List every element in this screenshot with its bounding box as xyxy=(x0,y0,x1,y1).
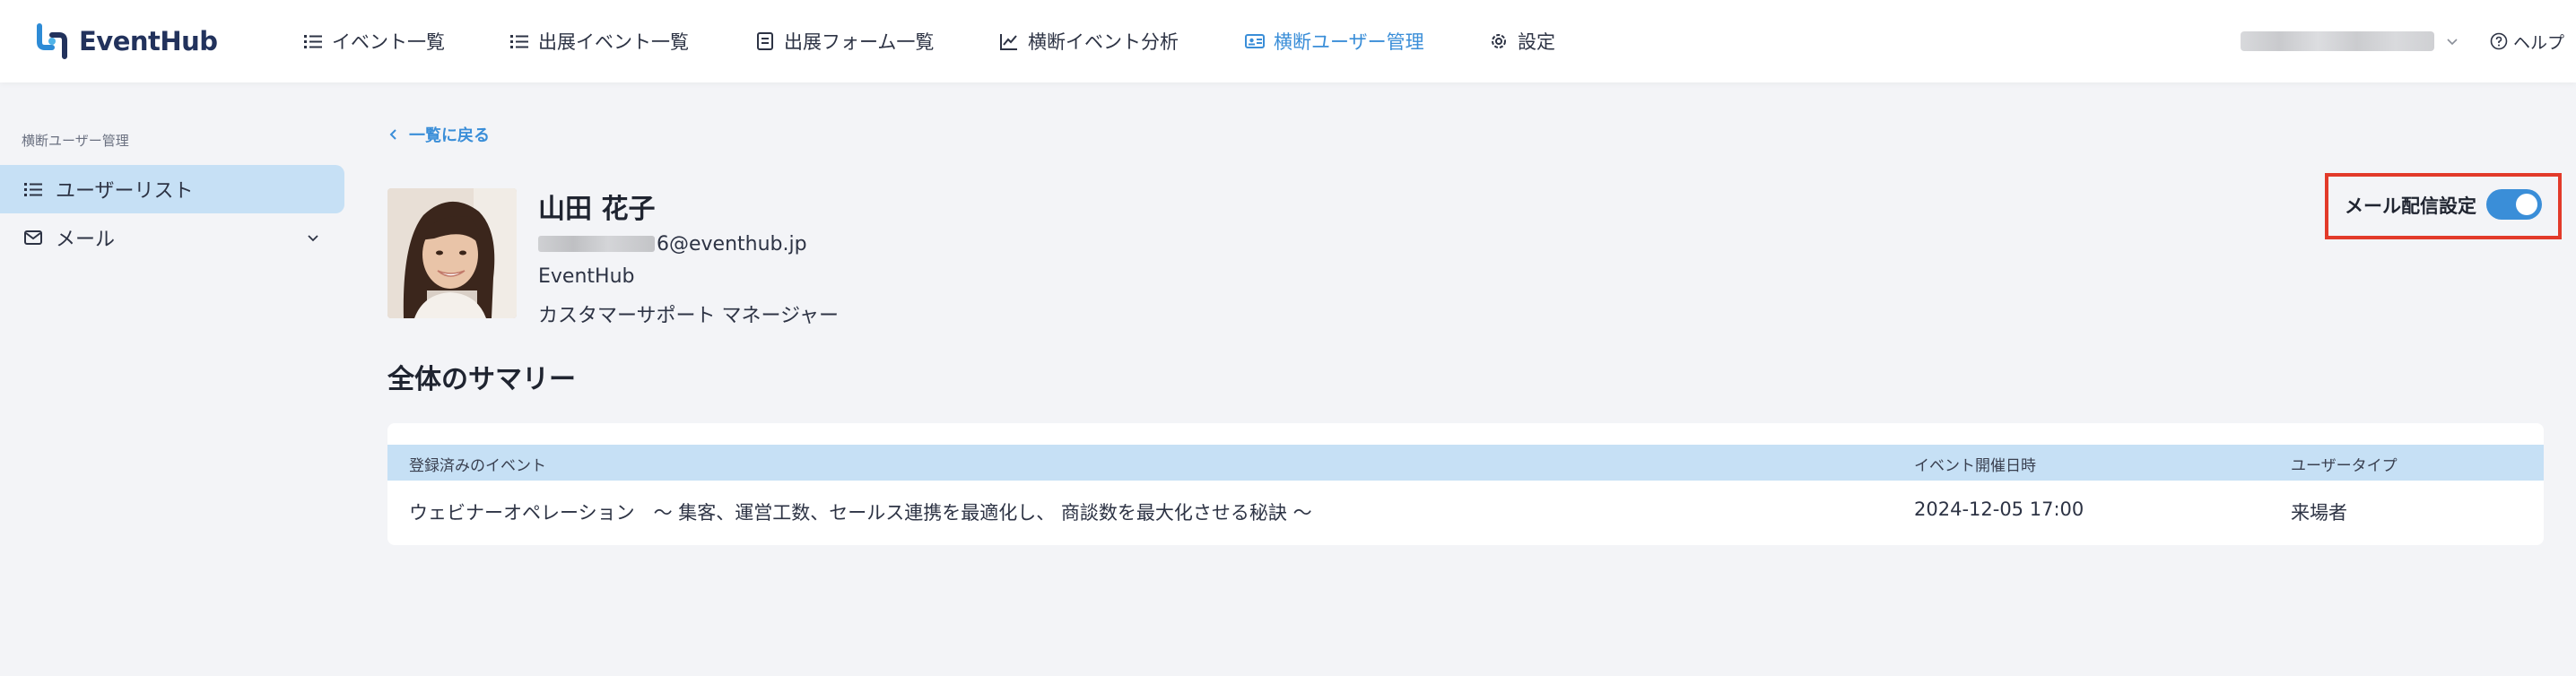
back-link-label: 一覧に戻る xyxy=(409,126,490,145)
cell-event-datetime: 2024-12-05 17:00 xyxy=(1914,498,2084,520)
chevron-down-icon xyxy=(2447,39,2458,46)
column-header-event: 登録済みのイベント xyxy=(409,457,546,475)
mail-delivery-label: メール配信設定 xyxy=(2345,195,2476,217)
mail-delivery-setting: メール配信設定 xyxy=(2325,173,2562,239)
sidebar-section-label: 横断ユーザー管理 xyxy=(22,133,129,149)
help-link[interactable]: ヘルプ xyxy=(2490,25,2564,57)
sidebar-item-label: ユーザーリスト xyxy=(56,180,194,203)
nav-item-cross-user-management[interactable]: 横断ユーザー管理 xyxy=(1245,22,1424,61)
user-job-title: カスタマーサポート マネージャー xyxy=(538,305,840,327)
list-icon xyxy=(510,35,528,48)
mail-icon xyxy=(24,230,42,245)
column-header-user-type: ユーザータイプ xyxy=(2291,457,2398,475)
user-name: 山田 花子 xyxy=(538,194,656,225)
user-photo xyxy=(387,188,517,318)
user-company: EventHub xyxy=(538,265,635,288)
nav-item-exhibit-event-list[interactable]: 出展イベント一覧 xyxy=(509,22,689,61)
eventhub-logo-icon xyxy=(37,23,67,59)
event-summary-table: 登録済みのイベント イベント開催日時 ユーザータイプ ウェビナーオペレーション … xyxy=(387,423,2544,545)
account-menu[interactable] xyxy=(2241,27,2461,56)
nav-item-label: 設定 xyxy=(1518,31,1555,53)
gear-icon xyxy=(1492,34,1506,48)
chart-line-icon xyxy=(1000,34,1017,50)
nav-item-settings[interactable]: 設定 xyxy=(1489,22,1555,61)
list-icon xyxy=(24,183,42,196)
nav-item-cross-event-analysis[interactable]: 横断イベント分析 xyxy=(999,22,1179,61)
nav-item-label: 出展フォーム一覧 xyxy=(784,31,935,53)
nav-item-exhibit-form-list[interactable]: 出展フォーム一覧 xyxy=(755,22,934,61)
sidebar-item-mail[interactable]: メール xyxy=(0,213,344,262)
back-to-list-link[interactable]: 一覧に戻る xyxy=(387,123,490,146)
toggle-knob xyxy=(2516,194,2537,215)
nav-item-label: 横断イベント分析 xyxy=(1028,31,1179,53)
mail-delivery-toggle[interactable] xyxy=(2486,189,2542,220)
email-redacted xyxy=(538,236,655,252)
column-header-datetime: イベント開催日時 xyxy=(1914,457,2036,475)
nav-item-label: 出展イベント一覧 xyxy=(538,31,689,53)
user-email-suffix: 6@eventhub.jp xyxy=(657,232,807,256)
nav-item-label: イベント一覧 xyxy=(332,31,445,53)
app-name: EventHub xyxy=(79,26,218,56)
cell-user-type: 来場者 xyxy=(2291,502,2347,524)
chevron-down-icon xyxy=(308,235,318,242)
avatar xyxy=(387,188,517,318)
account-name-redacted xyxy=(2241,31,2434,51)
user-email: 6@eventhub.jp xyxy=(538,231,807,256)
top-navigation-bar: EventHub イベント一覧 出展イベント一覧 出展フォーム一覧 横断イベント… xyxy=(0,0,2576,82)
sidebar-item-label: メール xyxy=(56,229,116,251)
sidebar: 横断ユーザー管理 ユーザーリスト メール xyxy=(0,82,359,676)
user-card-icon xyxy=(1245,34,1265,48)
chevron-left-icon xyxy=(389,129,396,140)
cell-event-name: ウェビナーオペレーション 〜 集客、運営工数、セールス連携を最適化し、 商談数を… xyxy=(409,502,1312,524)
help-circle-icon xyxy=(2490,32,2508,50)
app-logo[interactable]: EventHub xyxy=(34,14,218,68)
sidebar-item-user-list[interactable]: ユーザーリスト xyxy=(0,165,344,213)
form-icon xyxy=(757,32,773,50)
help-label: ヘルプ xyxy=(2513,32,2565,53)
summary-title: 全体のサマリー xyxy=(387,364,576,395)
table-header: 登録済みのイベント イベント開催日時 ユーザータイプ xyxy=(387,445,2544,481)
list-icon xyxy=(304,35,322,48)
nav-item-event-list[interactable]: イベント一覧 xyxy=(303,22,445,61)
nav-item-label: 横断ユーザー管理 xyxy=(1274,31,1424,53)
